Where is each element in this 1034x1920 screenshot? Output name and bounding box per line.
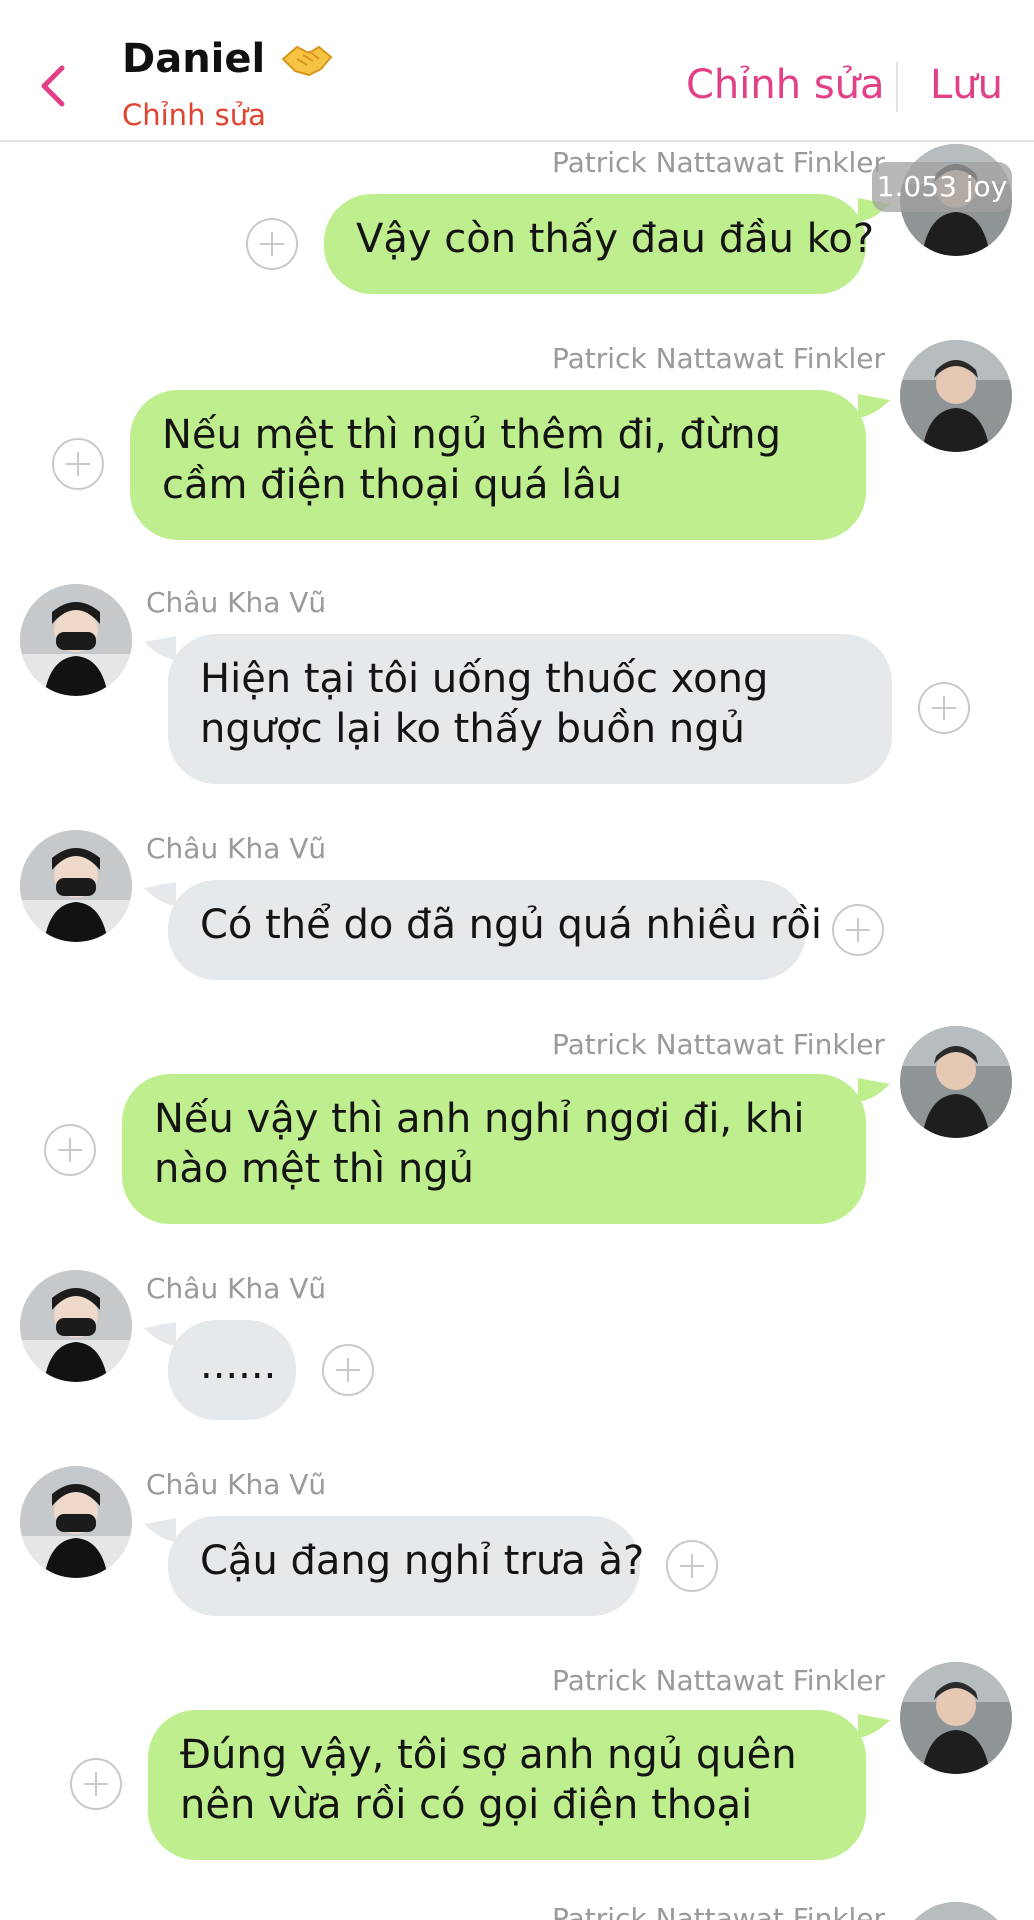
bubble-tail (858, 394, 890, 418)
sender-name: Patrick Nattawat Finkler (552, 146, 886, 179)
handshake-emoji-icon (281, 45, 333, 77)
add-reaction-button[interactable] (832, 904, 884, 956)
edit-button[interactable]: Chỉnh sửa (686, 62, 885, 108)
sender-name: Patrick Nattawat Finkler (552, 1902, 886, 1920)
avatar[interactable] (900, 1026, 1012, 1138)
add-reaction-button[interactable] (322, 1344, 374, 1396)
message-bubble[interactable]: Đúng vậy, tôi sợ anh ngủ quên nên vừa rồ… (148, 1710, 866, 1860)
add-reaction-button[interactable] (246, 218, 298, 270)
message-bubble[interactable]: Nếu vậy thì anh nghỉ ngơi đi, khi nào mệ… (122, 1074, 866, 1224)
header-divider (896, 62, 898, 112)
bubble-tail (144, 882, 176, 906)
sender-name: Patrick Nattawat Finkler (552, 1028, 886, 1061)
bubble-tail (144, 1322, 176, 1346)
message-bubble[interactable]: Cậu đang nghỉ trưa à? (168, 1516, 644, 1616)
message-bubble[interactable]: ...... (168, 1320, 296, 1420)
sender-name: Patrick Nattawat Finkler (552, 1664, 886, 1697)
add-reaction-button[interactable] (918, 682, 970, 734)
contact-subtitle[interactable]: Chỉnh sửa (122, 98, 266, 132)
add-reaction-button[interactable] (52, 438, 104, 490)
avatar[interactable] (900, 1902, 1012, 1920)
message-bubble[interactable]: Vậy còn thấy đau đầu ko? (324, 194, 874, 294)
add-reaction-button[interactable] (44, 1124, 96, 1176)
sender-name: Patrick Nattawat Finkler (552, 342, 886, 375)
avatar[interactable] (20, 584, 132, 696)
contact-name: Daniel (122, 36, 335, 82)
chevron-left-icon[interactable] (34, 60, 74, 112)
avatar[interactable] (20, 1270, 132, 1382)
chat-header: Daniel Chỉnh sửa Chỉnh sửa Lưu (0, 0, 1034, 142)
sender-name: Châu Kha Vũ (146, 832, 327, 865)
sender-name: Châu Kha Vũ (146, 1272, 327, 1305)
reaction-count-badge: 1.053 joy (872, 162, 1012, 212)
avatar[interactable] (900, 340, 1012, 452)
add-reaction-button[interactable] (70, 1758, 122, 1810)
message-bubble[interactable]: Nếu mệt thì ngủ thêm đi, đừng cầm điện t… (130, 390, 866, 540)
avatar[interactable] (900, 1662, 1012, 1774)
message-bubble[interactable]: Hiện tại tôi uống thuốc xong ngược lại k… (168, 634, 892, 784)
bubble-tail (858, 1714, 890, 1738)
chat-screen: Daniel Chỉnh sửa Chỉnh sửa Lưu 1.053 joy… (0, 0, 1034, 1920)
sender-name: Châu Kha Vũ (146, 1468, 327, 1501)
bubble-tail (144, 636, 176, 660)
bubble-tail (144, 1518, 176, 1542)
bubble-tail (858, 1078, 890, 1102)
save-button[interactable]: Lưu (930, 62, 1003, 108)
contact-name-text: Daniel (122, 36, 266, 82)
sender-name: Châu Kha Vũ (146, 586, 327, 619)
message-bubble[interactable]: Có thể do đã ngủ quá nhiều rồi (168, 880, 822, 980)
add-reaction-button[interactable] (666, 1540, 718, 1592)
avatar[interactable] (20, 1466, 132, 1578)
avatar[interactable] (20, 830, 132, 942)
